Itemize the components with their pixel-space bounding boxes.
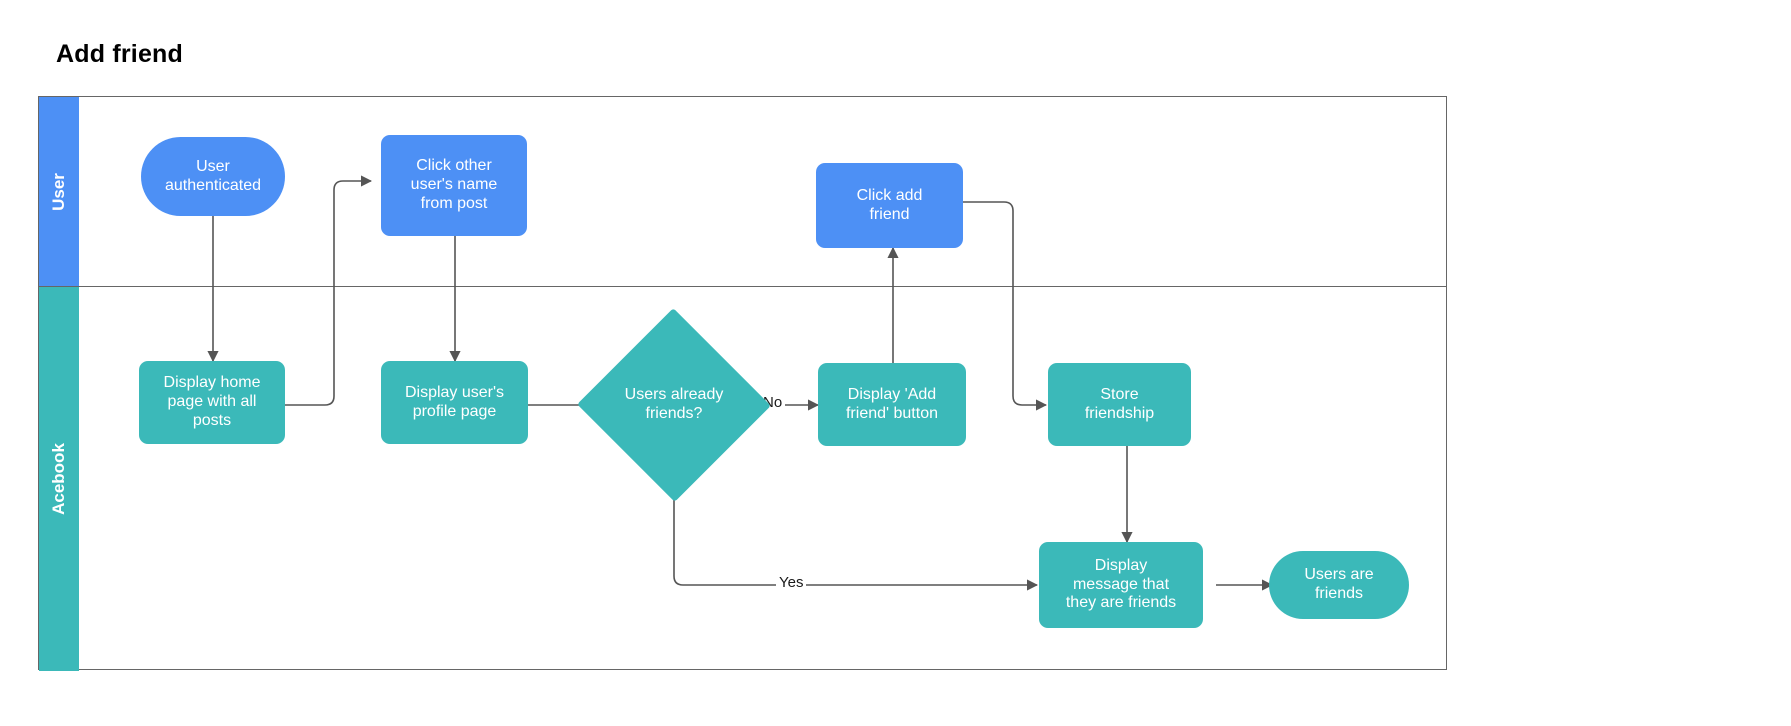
node-users-are-friends[interactable]: Users are friends — [1269, 551, 1409, 619]
decision-label: Users already friends? — [624, 386, 724, 422]
node-user-authenticated[interactable]: User authenticated — [141, 137, 285, 216]
node-display-home-page[interactable]: Display home page with all posts — [139, 361, 285, 444]
node-display-profile-page[interactable]: Display user's profile page — [381, 361, 528, 444]
diagram-canvas: Add friend User Acebook No Yes User auth… — [0, 0, 1791, 726]
page-title: Add friend — [56, 40, 183, 68]
node-store-friendship[interactable]: Store friendship — [1048, 363, 1191, 446]
node-click-other-user-name[interactable]: Click other user's name from post — [381, 135, 527, 236]
swimlane-label-acebook: Acebook — [49, 443, 69, 515]
swimlane-label-user: User — [49, 172, 68, 211]
node-click-add-friend[interactable]: Click add friend — [816, 163, 963, 248]
swimlane-header-user: User — [39, 97, 79, 286]
edge-label-yes: Yes — [776, 574, 807, 591]
node-display-message-friends[interactable]: Display message that they are friends — [1039, 542, 1203, 628]
node-display-add-friend-button[interactable]: Display 'Add friend' button — [818, 363, 966, 446]
swimlane-header-acebook: Acebook — [39, 287, 79, 671]
node-users-already-friends-decision[interactable]: Users already friends? — [577, 308, 771, 502]
